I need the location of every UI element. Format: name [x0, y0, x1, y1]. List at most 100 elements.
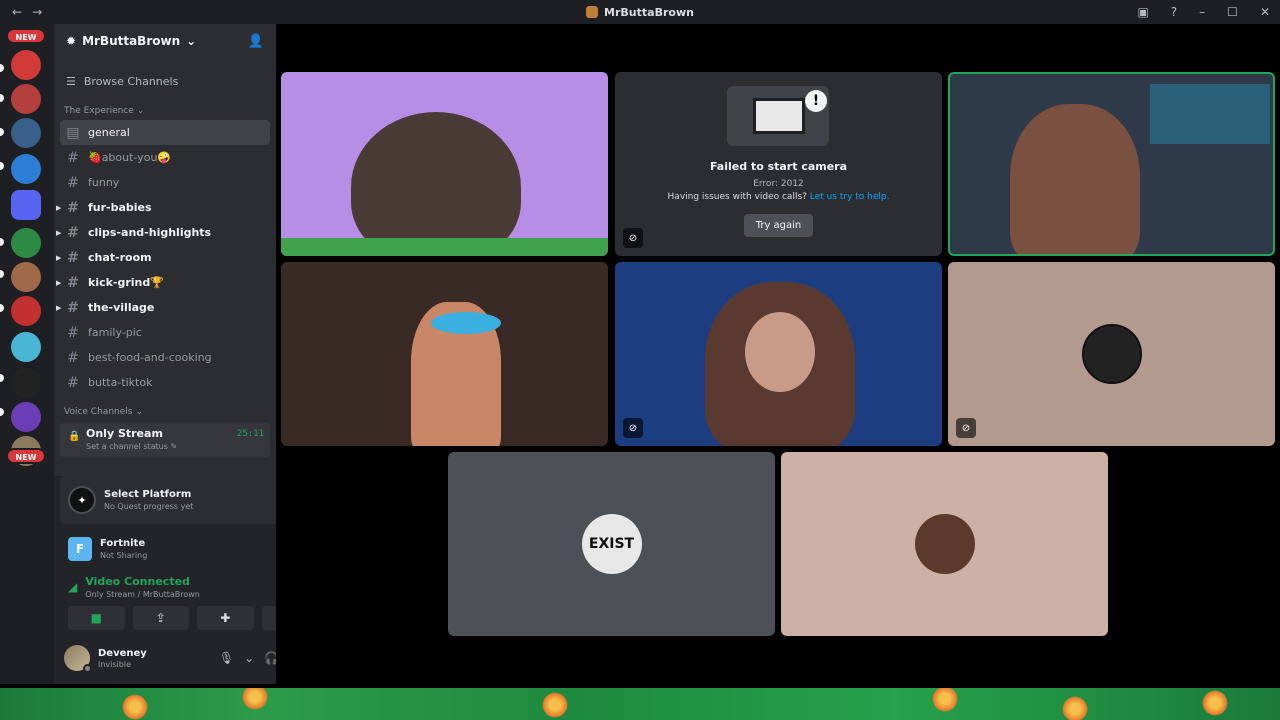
rtc-channel[interactable]: Only Stream / MrButtaBrown: [85, 590, 200, 599]
hash-icon: #: [67, 349, 79, 366]
close-button[interactable]: ✕: [1260, 5, 1270, 19]
flower-decoration: [540, 690, 570, 720]
unread-pip: [0, 374, 4, 382]
channel-item[interactable]: # 🍓about-you🤪: [60, 145, 270, 170]
participant-face: [745, 312, 815, 392]
category-voice-channels[interactable]: Voice Channels ⌄: [54, 403, 276, 421]
category-label: The Experience: [64, 106, 134, 116]
channel-item[interactable]: # best-food-and-cooking: [60, 345, 270, 370]
guild-name: MrButtaBrown: [82, 34, 181, 48]
chevron-down-icon: ⌄: [136, 106, 145, 116]
channel-item[interactable]: # family-pic: [60, 320, 270, 345]
voice-channel-status[interactable]: Set a channel status ✎: [86, 442, 270, 451]
channel-item[interactable]: ▶ # fur-babies: [56, 195, 270, 220]
server-icon-4[interactable]: [11, 154, 41, 184]
flower-decoration: [930, 688, 960, 714]
channel-item[interactable]: ▶ # clips-and-highlights: [56, 220, 270, 245]
channel-item[interactable]: ▤ general: [60, 120, 270, 145]
video-tile-avatar-6[interactable]: ⊘: [948, 262, 1275, 446]
unread-pip: [0, 238, 4, 246]
activities-button[interactable]: ✚: [197, 606, 254, 630]
hash-icon: #: [67, 324, 79, 341]
title-bar: ← → MrButtaBrown ▣ ? – ☐ ✕: [0, 0, 1280, 24]
hash-icon: #: [67, 199, 79, 216]
chevron-down-icon[interactable]: ⌄: [244, 651, 254, 665]
video-background: [281, 238, 608, 256]
server-icon-8[interactable]: [11, 332, 41, 362]
channel-name: clips-and-highlights: [88, 226, 212, 239]
rules-channel-icon: ▤: [66, 124, 80, 141]
quest-title: Select Platform: [104, 489, 192, 500]
browse-channels[interactable]: ☰ Browse Channels: [54, 68, 276, 94]
unread-arrow-icon: ▶: [56, 203, 62, 212]
invite-people-icon[interactable]: 👤: [248, 34, 264, 49]
minimize-button[interactable]: –: [1199, 5, 1205, 19]
help-link[interactable]: Let us try to help.: [810, 192, 890, 202]
help-icon[interactable]: ?: [1171, 5, 1177, 19]
participant-video: [1010, 104, 1140, 254]
video-tile-3[interactable]: [948, 72, 1275, 256]
hash-icon: #: [67, 174, 79, 191]
channel-name: best-food-and-cooking: [88, 351, 212, 364]
channel-list: ▤ general # 🍓about-you🤪 # funny ▶ # fur-babies ▶ #…: [54, 120, 276, 395]
activity-title: Fortnite: [100, 538, 146, 549]
unread-arrow-icon: ▶: [56, 253, 62, 262]
unread-pip: [0, 408, 4, 416]
screen-share-button[interactable]: ⇪: [132, 606, 189, 630]
voice-channel-only-stream[interactable]: 🔒 Only Stream Set a channel status ✎ 25:…: [60, 423, 270, 457]
video-tile-5[interactable]: ⊘: [615, 262, 942, 446]
channel-sidebar: ✹ MrButtaBrown ⌄ 👤 ☰ Browse Channels The…: [54, 24, 330, 684]
channel-item[interactable]: # butta-tiktok: [60, 370, 270, 395]
server-icon-1[interactable]: [11, 50, 41, 80]
unread-arrow-icon: ▶: [56, 303, 62, 312]
server-icon-7[interactable]: [11, 296, 41, 326]
hash-icon: #: [67, 249, 79, 266]
activity-subtitle: Not Sharing: [100, 551, 148, 560]
compass-icon: ✦: [68, 486, 96, 514]
muted-mic-icon: ⊘: [623, 418, 643, 438]
username: Deveney: [98, 647, 147, 659]
window-controls: ▣ ? – ☐ ✕: [1137, 5, 1270, 19]
channel-item[interactable]: # funny: [60, 170, 270, 195]
try-again-button[interactable]: Try again: [743, 214, 814, 237]
server-icon-3[interactable]: [11, 118, 41, 148]
server-icon-2[interactable]: [11, 84, 41, 114]
unread-pip: [0, 270, 4, 278]
category-the-experience[interactable]: The Experience ⌄: [54, 102, 276, 120]
video-tile-4[interactable]: [281, 262, 608, 446]
video-tile-1[interactable]: [281, 72, 608, 256]
unread-pip: [0, 94, 4, 102]
chevron-down-icon: ⌄: [186, 34, 197, 48]
inbox-icon[interactable]: ▣: [1137, 5, 1148, 19]
server-folder-icon[interactable]: [11, 190, 41, 220]
flower-decoration: [120, 692, 150, 720]
server-icon-5[interactable]: [11, 228, 41, 258]
avatar[interactable]: [64, 645, 92, 673]
decorative-banner: [0, 688, 1280, 720]
avatar: [914, 514, 975, 574]
fortnite-icon: F: [68, 537, 92, 561]
server-icon-6[interactable]: [11, 262, 41, 292]
participant-headset: [431, 312, 501, 334]
user-status: Invisible: [98, 659, 131, 669]
server-list: NEW NEW: [0, 24, 54, 684]
signal-icon[interactable]: ◢: [68, 580, 77, 594]
camera-button[interactable]: ■: [68, 606, 125, 630]
microphone-icon[interactable]: 🎙: [219, 651, 234, 665]
avatar: [1081, 324, 1142, 384]
guild-header[interactable]: ✹ MrButtaBrown ⌄ 👤: [54, 24, 276, 58]
warning-icon: !: [805, 90, 827, 112]
channel-item[interactable]: ▶ # chat-room: [56, 245, 270, 270]
video-tile-camera-error[interactable]: ! Failed to start camera Error: 2012 Hav…: [615, 72, 942, 256]
maximize-button[interactable]: ☐: [1227, 5, 1238, 19]
channel-item[interactable]: ▶ # the-village: [56, 295, 270, 320]
server-icon-9[interactable]: [11, 368, 41, 398]
muted-mic-icon: ⊘: [623, 228, 643, 248]
video-tile-avatar-8[interactable]: [781, 452, 1108, 636]
video-tile-avatar-7[interactable]: EXIST: [448, 452, 775, 636]
broken-camera-illustration: !: [727, 86, 829, 146]
channel-item[interactable]: ▶ # kick-grind🏆: [56, 270, 270, 295]
server-icon-10[interactable]: [11, 402, 41, 432]
new-badge: NEW: [6, 28, 46, 44]
rtc-status: Video Connected: [85, 575, 190, 588]
